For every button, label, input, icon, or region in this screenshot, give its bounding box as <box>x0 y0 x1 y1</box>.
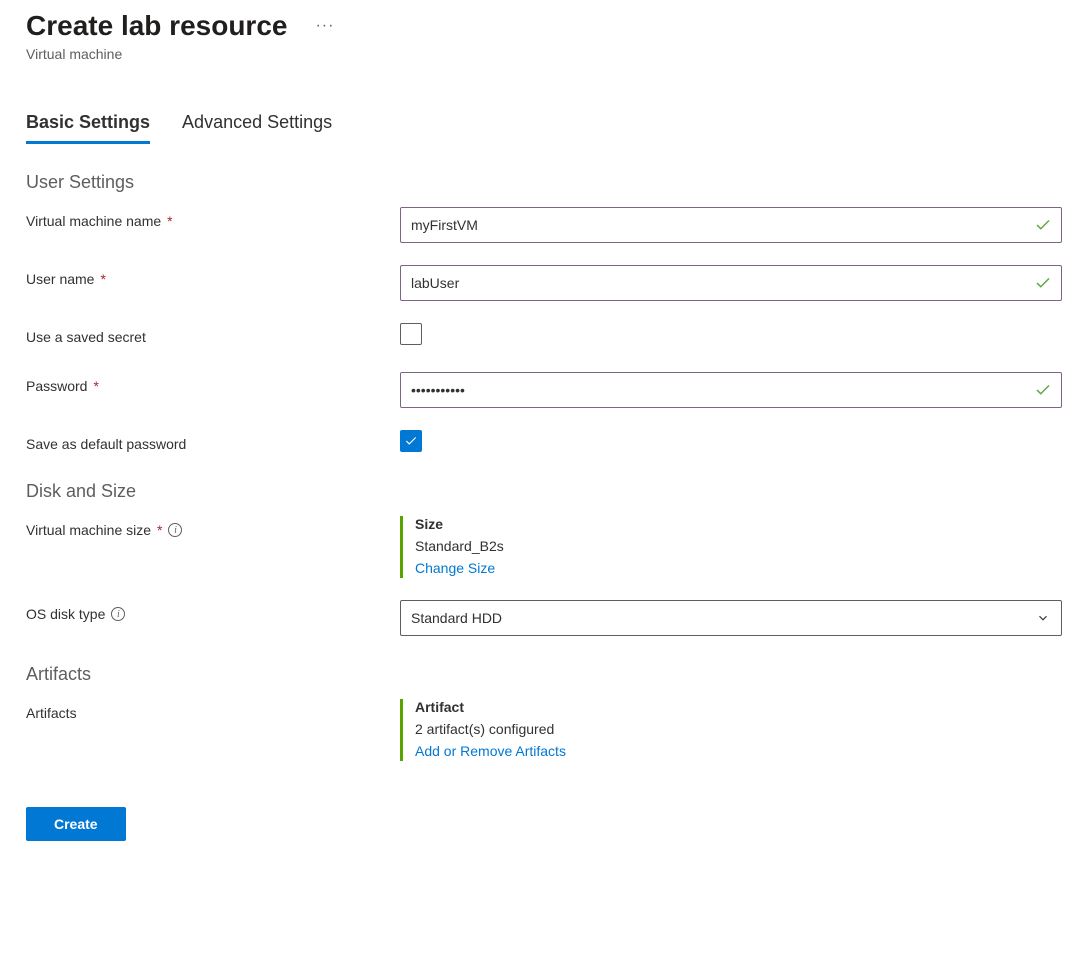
label-use-saved-secret: Use a saved secret <box>26 323 400 345</box>
info-icon[interactable]: i <box>168 523 182 537</box>
required-indicator: * <box>100 271 105 287</box>
tabs: Basic Settings Advanced Settings <box>26 112 1062 144</box>
check-icon <box>404 434 418 448</box>
artifacts-value: 2 artifact(s) configured <box>415 721 1062 737</box>
vm-size-heading: Size <box>415 516 1062 532</box>
vm-name-input[interactable] <box>400 207 1062 243</box>
artifacts-heading: Artifact <box>415 699 1062 715</box>
artifacts-block: Artifact 2 artifact(s) configured Add or… <box>400 699 1062 761</box>
user-name-input[interactable] <box>400 265 1062 301</box>
save-default-password-checkbox[interactable] <box>400 430 422 452</box>
add-remove-artifacts-link[interactable]: Add or Remove Artifacts <box>415 743 566 759</box>
page-subtitle: Virtual machine <box>26 46 1062 62</box>
tab-advanced-settings[interactable]: Advanced Settings <box>182 112 332 144</box>
check-icon <box>1034 274 1052 292</box>
os-disk-type-select[interactable]: Standard HDD <box>400 600 1062 636</box>
label-vm-name: Virtual machine name * <box>26 207 400 229</box>
label-user-name: User name * <box>26 265 400 287</box>
label-save-default-password: Save as default password <box>26 430 400 452</box>
label-password: Password * <box>26 372 400 394</box>
section-user-settings: User Settings <box>26 172 1062 193</box>
label-vm-size: Virtual machine size * i <box>26 516 400 538</box>
required-indicator: * <box>93 378 98 394</box>
vm-size-block: Size Standard_B2s Change Size <box>400 516 1062 578</box>
required-indicator: * <box>167 213 172 229</box>
label-os-disk-type: OS disk type i <box>26 600 400 622</box>
info-icon[interactable]: i <box>111 607 125 621</box>
use-saved-secret-checkbox[interactable] <box>400 323 422 345</box>
check-icon <box>1034 216 1052 234</box>
more-actions-button[interactable]: ··· <box>307 17 342 35</box>
label-artifacts: Artifacts <box>26 699 400 721</box>
required-indicator: * <box>157 522 162 538</box>
vm-size-value: Standard_B2s <box>415 538 1062 554</box>
page-title: Create lab resource <box>26 10 287 42</box>
section-disk-and-size: Disk and Size <box>26 481 1062 502</box>
section-artifacts: Artifacts <box>26 664 1062 685</box>
tab-basic-settings[interactable]: Basic Settings <box>26 112 150 144</box>
check-icon <box>1034 381 1052 399</box>
change-size-link[interactable]: Change Size <box>415 560 495 576</box>
password-input[interactable] <box>400 372 1062 408</box>
create-button[interactable]: Create <box>26 807 126 841</box>
